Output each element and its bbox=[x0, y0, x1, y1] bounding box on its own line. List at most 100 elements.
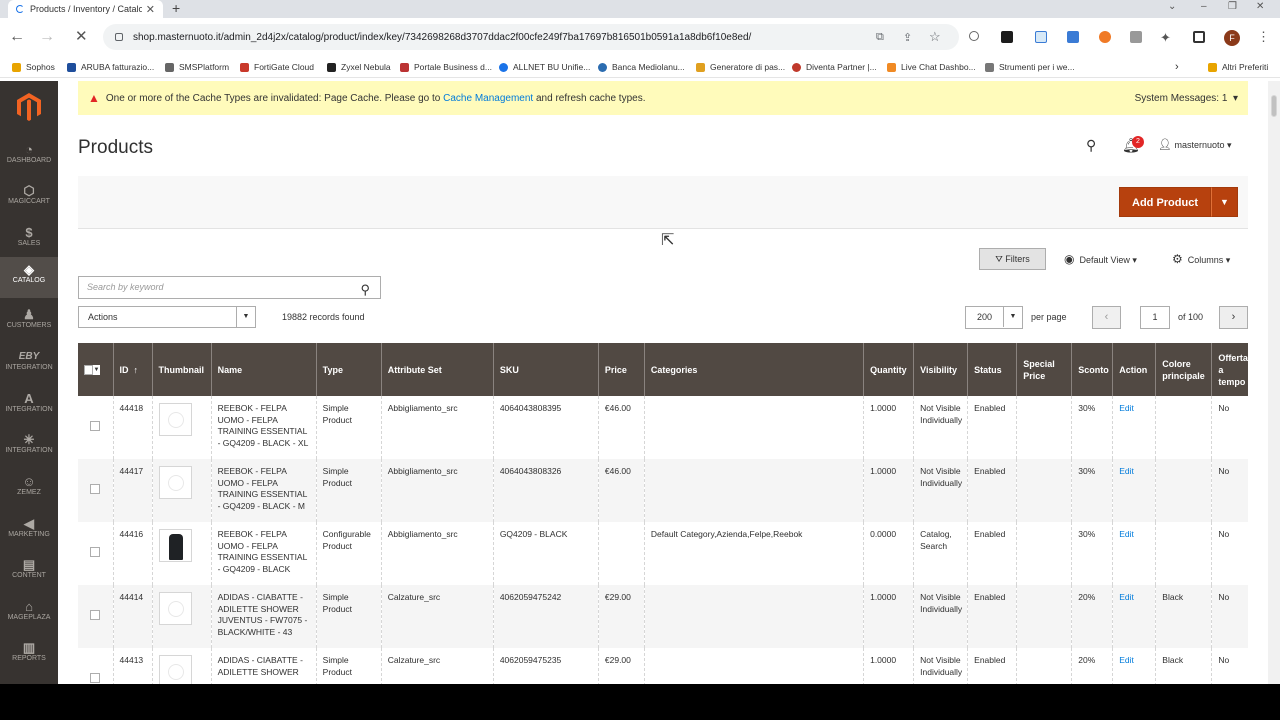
menu-item-integration-walmart[interactable]: ✳ Integration bbox=[0, 427, 58, 468]
menu-item-integration-ebay[interactable]: ebY Integration bbox=[0, 344, 58, 385]
bookmark-item[interactable]: Live Chat Dashbo... bbox=[887, 56, 976, 78]
restore-icon[interactable]: ❐ bbox=[1228, 0, 1237, 14]
bookmark-item[interactable]: FortiGate Cloud bbox=[240, 56, 314, 78]
extensions-puzzle-icon[interactable]: ✦ bbox=[1160, 29, 1171, 47]
column-header[interactable]: Categories bbox=[643, 343, 864, 396]
global-search-icon[interactable]: ⚲ bbox=[1086, 137, 1096, 154]
columns-dropdown[interactable]: ⚙ Columns ▾ bbox=[1172, 252, 1230, 266]
menu-item-integration-amazon[interactable]: a Integration bbox=[0, 386, 58, 427]
column-header[interactable]: Name bbox=[210, 343, 317, 396]
product-thumbnail[interactable] bbox=[158, 403, 192, 436]
current-page-input[interactable]: 1 bbox=[1140, 306, 1170, 329]
menu-item-content[interactable]: ▤ Content bbox=[0, 552, 58, 593]
close-tab-icon[interactable]: ✕ bbox=[146, 3, 155, 16]
back-icon[interactable]: ← bbox=[9, 28, 25, 46]
extension-icon[interactable] bbox=[1130, 31, 1142, 43]
column-header[interactable]: Status bbox=[967, 343, 1017, 396]
extension-icon[interactable] bbox=[1001, 31, 1013, 43]
menu-item-sales[interactable]: $ Sales bbox=[0, 220, 58, 261]
menu-item-customers[interactable]: ♟ Customers bbox=[0, 302, 58, 343]
mass-actions-select[interactable]: Actions ▼ bbox=[78, 306, 256, 328]
tab-search-icon[interactable]: ⌄ bbox=[1168, 0, 1176, 14]
edit-link[interactable]: Edit bbox=[1119, 403, 1134, 413]
row-checkbox[interactable] bbox=[90, 610, 100, 620]
extension-icon[interactable] bbox=[1035, 31, 1047, 43]
column-header[interactable]: Action bbox=[1112, 343, 1156, 396]
edit-link[interactable]: Edit bbox=[1119, 529, 1134, 539]
table-row[interactable]: 44414 ADIDAS - CIABATTE - ADILETTE SHOWER… bbox=[78, 585, 1248, 648]
view-switcher[interactable]: ◉ Default View ▾ bbox=[1064, 252, 1137, 266]
page-scrollbar[interactable] bbox=[1268, 81, 1280, 684]
table-row[interactable]: 44416 REEBOK - FELPA UOMO - FELPA TRAININ… bbox=[78, 522, 1248, 585]
row-checkbox[interactable] bbox=[90, 484, 100, 494]
column-header[interactable]: Price bbox=[597, 343, 645, 396]
add-product-button[interactable]: Add Product bbox=[1119, 187, 1211, 217]
row-checkbox[interactable] bbox=[90, 421, 100, 431]
menu-item-mageplaza[interactable]: ⌂ Mageplaza bbox=[0, 594, 58, 635]
column-header[interactable]: Offerta a tempo bbox=[1211, 343, 1248, 396]
menu-item-reports[interactable]: ▥ Reports bbox=[0, 635, 58, 676]
edit-link[interactable]: Edit bbox=[1119, 655, 1134, 665]
table-row[interactable]: 44417 REEBOK - FELPA UOMO - FELPA TRAININ… bbox=[78, 459, 1248, 522]
column-header[interactable]: Special Price bbox=[1016, 343, 1072, 396]
add-product-dropdown-toggle[interactable]: ▼ bbox=[1211, 187, 1238, 217]
bookmark-item[interactable]: Banca Mediolanu... bbox=[598, 56, 685, 78]
scrollbar-thumb[interactable] bbox=[1271, 95, 1277, 117]
previous-page-button[interactable]: ‹ bbox=[1092, 306, 1121, 329]
side-panel-icon[interactable] bbox=[1193, 31, 1205, 43]
keyword-search-input[interactable]: Search by keyword ⚲ bbox=[78, 276, 381, 299]
column-header[interactable]: Attribute Set bbox=[380, 343, 494, 396]
bookmark-item[interactable]: Strumenti per i we... bbox=[985, 56, 1075, 78]
product-thumbnail[interactable] bbox=[158, 592, 192, 625]
new-tab-icon[interactable]: + bbox=[172, 0, 180, 17]
select-all-checkbox[interactable]: ▼ bbox=[78, 343, 114, 396]
row-checkbox[interactable] bbox=[90, 547, 100, 557]
cache-management-link[interactable]: Cache Management bbox=[443, 93, 533, 104]
admin-user-menu[interactable]: 👤︎ masternuoto ▾ bbox=[1158, 138, 1232, 151]
next-page-button[interactable]: › bbox=[1219, 306, 1248, 329]
minimize-icon[interactable]: – bbox=[1201, 0, 1207, 14]
bookmark-item[interactable]: Generatore di pas... bbox=[696, 56, 785, 78]
system-messages-toggle[interactable]: System Messages: 1 ▾ bbox=[1135, 93, 1238, 104]
extension-icon[interactable] bbox=[1067, 31, 1079, 43]
browser-menu-icon[interactable]: ⋮ bbox=[1257, 28, 1270, 46]
bookmark-item[interactable]: Sophos bbox=[12, 56, 55, 78]
column-header[interactable]: Visibility bbox=[913, 343, 968, 396]
close-window-icon[interactable]: ✕ bbox=[1256, 0, 1264, 14]
column-header[interactable]: Thumbnail bbox=[151, 343, 212, 396]
column-header[interactable]: ID ↑ bbox=[112, 343, 153, 396]
bookmark-item[interactable]: ALLNET BU Unifie... bbox=[499, 56, 590, 78]
bookmark-item[interactable]: SMSPlatform bbox=[165, 56, 229, 78]
stop-loading-icon[interactable]: ✕ bbox=[75, 28, 88, 46]
menu-item-magiccart[interactable]: ⬡ Magiccart bbox=[0, 178, 58, 219]
bookmark-item[interactable]: Portale Business d... bbox=[400, 56, 492, 78]
product-thumbnail[interactable] bbox=[158, 529, 192, 562]
bookmark-item[interactable]: Zyxel Nebula bbox=[327, 56, 391, 78]
bookmark-item[interactable]: ARUBA fatturazio... bbox=[67, 56, 154, 78]
product-thumbnail[interactable] bbox=[158, 466, 192, 499]
menu-item-zemez[interactable]: ☺ Zemez bbox=[0, 469, 58, 510]
column-header[interactable]: Type bbox=[315, 343, 382, 396]
extension-icon[interactable] bbox=[969, 31, 979, 41]
translate-icon[interactable]: ⧉ bbox=[876, 31, 884, 44]
column-header[interactable]: Quantity bbox=[863, 343, 914, 396]
browser-tab[interactable]: Products / Inventory / Catalog ✕ bbox=[8, 0, 163, 18]
extension-icon[interactable] bbox=[1099, 31, 1111, 43]
profile-avatar[interactable]: F bbox=[1224, 30, 1240, 46]
share-icon[interactable]: ⇪ bbox=[903, 31, 912, 44]
column-header[interactable]: SKU bbox=[492, 343, 599, 396]
row-checkbox[interactable] bbox=[90, 673, 100, 683]
table-row[interactable]: 44413 ADIDAS - CIABATTE - ADILETTE SHOWER… bbox=[78, 648, 1248, 684]
forward-icon[interactable]: → bbox=[39, 28, 55, 46]
address-bar[interactable]: shop.masternuoto.it/admin_2d4j2x/catalog… bbox=[103, 24, 959, 50]
product-thumbnail[interactable] bbox=[158, 655, 192, 684]
menu-item-dashboard[interactable]: ◔ Dashboard bbox=[0, 137, 58, 178]
edit-link[interactable]: Edit bbox=[1119, 592, 1134, 602]
column-header[interactable]: Colore principale bbox=[1155, 343, 1212, 396]
menu-item-catalog[interactable]: ◈ Catalog bbox=[0, 257, 58, 298]
magento-logo[interactable] bbox=[17, 93, 41, 121]
filters-button[interactable]: ⛛ Filters bbox=[979, 248, 1046, 270]
edit-link[interactable]: Edit bbox=[1119, 466, 1134, 476]
bookmark-item[interactable]: Diventa Partner |... bbox=[792, 56, 877, 78]
search-icon[interactable]: ⚲ bbox=[360, 279, 370, 300]
